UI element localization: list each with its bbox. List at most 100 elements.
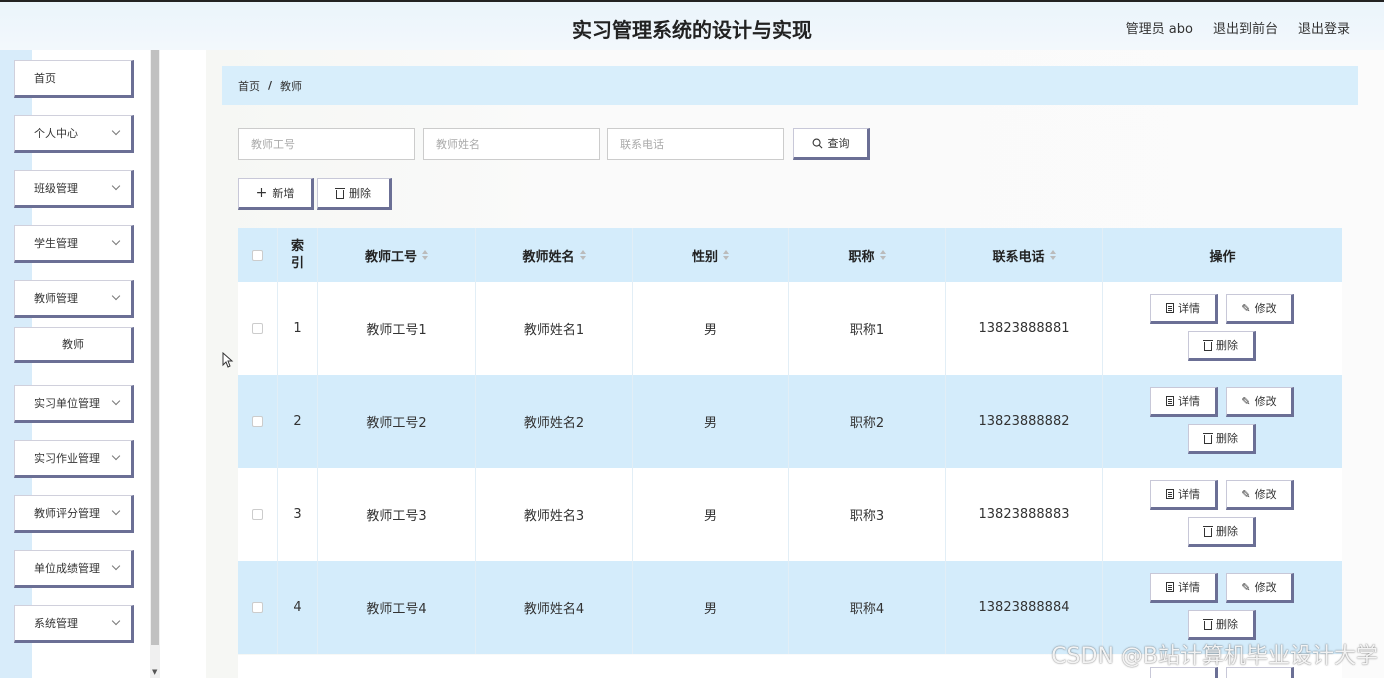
- row-checkbox[interactable]: [252, 323, 263, 334]
- teacher-id-cell-text: 教师工号4: [366, 602, 427, 617]
- gender-cell: 男: [633, 282, 789, 375]
- ops-cell: [1103, 282, 1342, 375]
- title-cell-text: 职称3: [849, 509, 885, 524]
- query-button-label: 查询: [827, 137, 850, 150]
- top-header: 实习管理系统的设计与实现 管理员 abo 退出到前台 退出登录: [0, 0, 1384, 50]
- breadcrumb-home[interactable]: 首页: [238, 78, 260, 94]
- sort-icon[interactable]: [723, 250, 729, 260]
- plus-icon: +: [255, 185, 268, 201]
- sidebar-item-unit-score-management[interactable]: 单位成绩管理: [14, 550, 134, 588]
- gender-cell-text: 男: [703, 416, 717, 431]
- title-column-header[interactable]: 职称: [789, 228, 946, 282]
- query-button[interactable]: 查询: [793, 128, 870, 160]
- sidebar-item-home[interactable]: 首页: [14, 60, 134, 98]
- sort-icon[interactable]: [579, 250, 586, 260]
- teacher-id-search-input[interactable]: 教师工号: [238, 128, 415, 160]
- scroll-down-arrow-icon[interactable]: ▼: [152, 668, 157, 676]
- sort-icon[interactable]: [879, 250, 886, 260]
- phone-cell: 13823888881: [946, 282, 1103, 375]
- title-cell-text: 职称4: [849, 602, 885, 617]
- sidebar-item-internship-unit-management[interactable]: 实习单位管理: [14, 385, 134, 423]
- header-links: 管理员 abo 退出到前台 退出登录: [1126, 18, 1350, 37]
- sidebar-scrollbar-thumb[interactable]: [151, 50, 159, 645]
- exit-to-front-link[interactable]: 退出到前台: [1213, 18, 1278, 37]
- chevron-down-icon: [111, 291, 121, 301]
- row-checkbox[interactable]: [252, 509, 263, 520]
- teacher-name-search-input[interactable]: 教师姓名: [423, 128, 600, 160]
- ops-cell: [1103, 375, 1342, 468]
- input-placeholder: 教师姓名: [436, 138, 480, 151]
- row-checkbox[interactable]: [252, 602, 263, 613]
- breadcrumb: 首页 / 教师: [222, 66, 1358, 105]
- sidebar-item-label: 班级管理: [34, 182, 78, 195]
- gender-cell-text: 男: [703, 602, 717, 617]
- trash-icon: [335, 187, 345, 199]
- breadcrumb-separator: /: [268, 79, 273, 92]
- select-all-checkbox[interactable]: [252, 249, 263, 261]
- logout-link[interactable]: 退出登录: [1298, 18, 1350, 37]
- teacher-name-cell: 教师姓名4: [476, 561, 633, 654]
- header-label: 联系电话: [992, 249, 1045, 265]
- batch-delete-button-label: 删除: [349, 187, 371, 200]
- search-icon: [812, 138, 822, 148]
- row-select-cell: [238, 375, 278, 468]
- sidebar-item-teacher-management[interactable]: 教师管理: [14, 280, 134, 318]
- teacher-name-cell-text: 教师姓名3: [523, 509, 585, 524]
- sidebar-item-class-management[interactable]: 班级管理: [14, 170, 134, 208]
- sidebar: 首页 个人中心 班级管理 学生管理 教师管理 教师 实习单位管理 实习作业管理 …: [0, 50, 160, 678]
- teacher-name-cell: 教师姓名1: [476, 282, 633, 375]
- sidebar-item-personal-center[interactable]: 个人中心: [14, 115, 134, 153]
- index-cell-text: 1: [293, 321, 302, 336]
- current-user-label: 管理员 abo: [1125, 22, 1193, 37]
- chevron-down-icon: [111, 561, 121, 571]
- sidebar-item-internship-homework-management[interactable]: 实习作业管理: [14, 440, 134, 478]
- gender-cell: 男: [633, 375, 789, 468]
- gender-cell-text: 男: [703, 509, 717, 524]
- sidebar-item-system-management[interactable]: 系统管理: [14, 605, 134, 643]
- phone-cell-text: 13823888883: [978, 507, 1070, 522]
- title-cell-text: 职称2: [849, 416, 885, 431]
- teacher-id-cell-text: 教师工号2: [366, 416, 427, 431]
- phone-search-input[interactable]: 联系电话: [607, 128, 784, 160]
- sidebar-item-student-management[interactable]: 学生管理: [14, 225, 134, 263]
- title-cell: 职称3: [789, 468, 946, 561]
- add-button[interactable]: + 新增: [238, 178, 314, 210]
- teacher-id-column-header[interactable]: 教师工号: [318, 228, 476, 282]
- teacher-name-cell-text: 教师姓名2: [523, 416, 585, 431]
- title-cell-text: 职称1: [849, 323, 885, 338]
- batch-delete-button[interactable]: 删除: [317, 178, 392, 210]
- input-placeholder: 联系电话: [620, 138, 664, 151]
- sidebar-item-label: 教师: [62, 338, 84, 351]
- sort-icon[interactable]: [422, 250, 428, 260]
- sidebar-item-label: 教师管理: [34, 292, 78, 305]
- sidebar-item-label: 实习单位管理: [34, 397, 100, 410]
- row-checkbox[interactable]: [252, 416, 263, 427]
- chevron-down-icon: [111, 506, 121, 516]
- sidebar-item-label: 实习作业管理: [34, 452, 100, 465]
- teacher-name-column-header[interactable]: 教师姓名: [476, 228, 633, 282]
- header-label: 教师姓名: [522, 249, 575, 265]
- add-button-label: 新增: [272, 187, 295, 200]
- row-select-cell: [238, 282, 278, 375]
- gender-cell: 男: [633, 561, 789, 654]
- sidebar-scrollbar[interactable]: ▼: [150, 50, 160, 678]
- index-cell-text: 3: [293, 507, 302, 522]
- index-cell: 4: [278, 561, 318, 654]
- header-label: 性别: [691, 249, 718, 265]
- gender-column-header[interactable]: 性别: [633, 228, 789, 282]
- chevron-down-icon: [111, 236, 121, 246]
- phone-cell-text: 13823888882: [978, 414, 1070, 429]
- chevron-down-icon: [111, 616, 121, 626]
- sidebar-subitem-teacher[interactable]: 教师: [14, 327, 134, 363]
- phone-column-header[interactable]: 联系电话: [946, 228, 1103, 282]
- sort-icon[interactable]: [1049, 250, 1056, 260]
- ops-cell: [1103, 468, 1342, 561]
- phone-cell-text: 13823888884: [978, 600, 1070, 615]
- teacher-name-cell-text: 教师姓名4: [523, 602, 585, 617]
- phone-cell: 13823888882: [946, 375, 1103, 468]
- sidebar-item-label: 单位成绩管理: [34, 562, 100, 575]
- sidebar-item-teacher-rating-management[interactable]: 教师评分管理: [14, 495, 134, 533]
- index-header-text: 索: [290, 239, 304, 254]
- chevron-down-icon: [111, 126, 121, 136]
- index-cell: 3: [278, 468, 318, 561]
